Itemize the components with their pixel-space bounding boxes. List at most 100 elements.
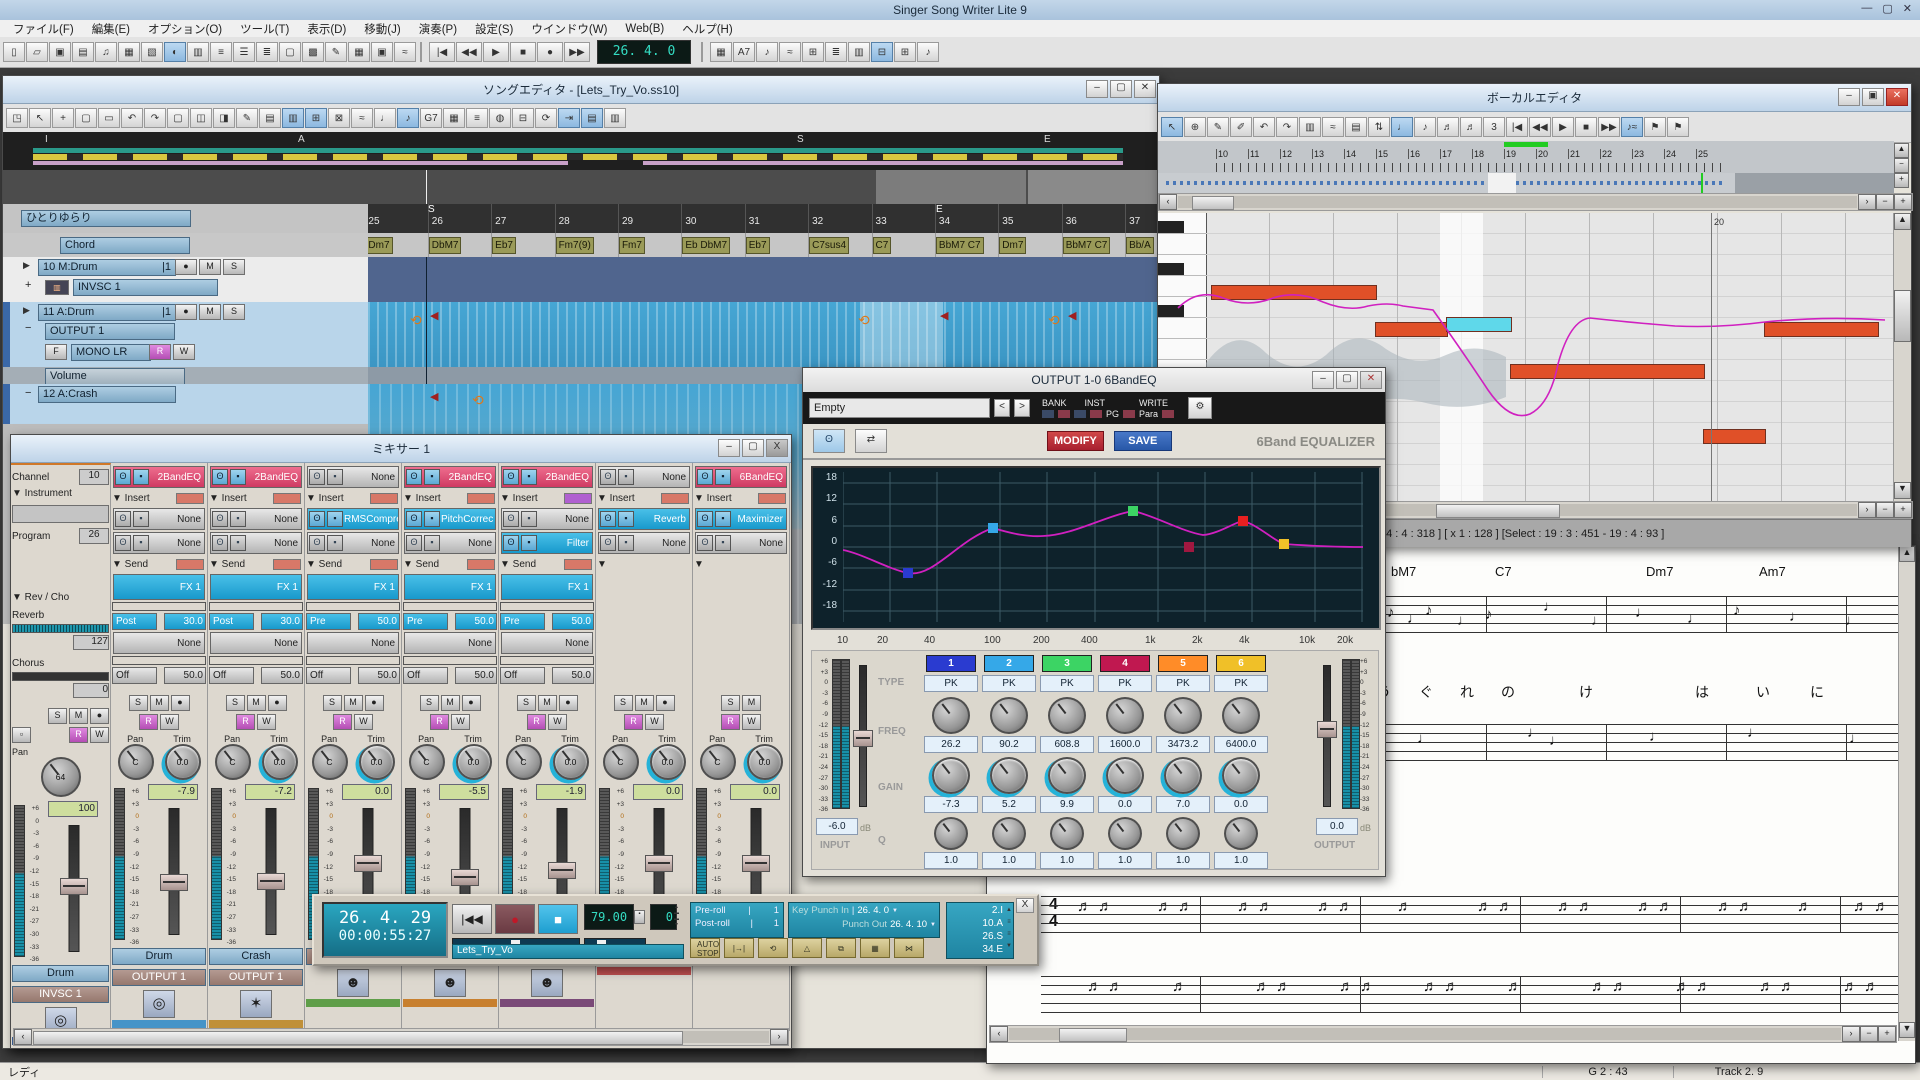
chord-cell[interactable]: Eb DbM7 bbox=[681, 233, 744, 257]
chord-cell[interactable]: C7 bbox=[872, 233, 935, 257]
power-icon[interactable]: ʘ bbox=[309, 535, 325, 551]
song-editor-tool-button[interactable]: ⊟ bbox=[512, 108, 534, 128]
minimize-button[interactable]: – bbox=[1312, 371, 1334, 389]
send-mode[interactable]: Pre bbox=[500, 613, 545, 630]
expand-icon[interactable]: + bbox=[1894, 173, 1909, 188]
menu-item[interactable]: 編集(E) bbox=[85, 21, 137, 37]
volume-row[interactable]: Volume bbox=[3, 367, 368, 385]
song-name-field[interactable]: Lets_Try_Vo bbox=[452, 944, 684, 959]
send-2-mode[interactable]: Off bbox=[403, 667, 448, 684]
band-number-button[interactable]: 2 bbox=[984, 655, 1034, 672]
q-knob[interactable] bbox=[1166, 817, 1200, 850]
band-type-field[interactable]: PK bbox=[1156, 675, 1210, 692]
roll-vscrollbar[interactable]: ▲ ▼ bbox=[1893, 213, 1911, 501]
song-editor-tool-button[interactable]: ⊞ bbox=[305, 108, 327, 128]
send-2-slider[interactable] bbox=[500, 656, 594, 665]
q-value[interactable]: 1.0 bbox=[982, 852, 1036, 869]
gain-value[interactable]: 7.0 bbox=[1156, 796, 1210, 813]
preset-prev-button[interactable]: < bbox=[994, 399, 1010, 417]
song-editor-tool-button[interactable]: ◳ bbox=[6, 108, 28, 128]
fader-button[interactable]: F bbox=[45, 344, 67, 360]
loop-icon[interactable]: ⟲ bbox=[472, 392, 484, 409]
toolbar-button[interactable]: ▯ bbox=[3, 42, 25, 62]
note-glyph[interactable]: ♪ bbox=[1485, 606, 1493, 623]
transport-button[interactable]: ● bbox=[537, 42, 563, 62]
fader-thumb[interactable] bbox=[548, 862, 576, 879]
insert-slot-1[interactable]: ʘ▪ None bbox=[501, 508, 593, 530]
inst-led-2[interactable] bbox=[1090, 410, 1102, 418]
menu-item[interactable]: ツール(T) bbox=[233, 21, 296, 37]
bypass-icon[interactable]: ▪ bbox=[521, 535, 537, 551]
power-icon[interactable]: ʘ bbox=[212, 469, 228, 485]
fader-track[interactable] bbox=[169, 808, 180, 935]
toolbar-button[interactable]: ≈ bbox=[779, 42, 801, 62]
note-glyph[interactable]: ♩ bbox=[1747, 724, 1762, 741]
vocal-tool-button[interactable]: ⊕ bbox=[1184, 117, 1206, 137]
insert-section-label[interactable]: ▼ Insert bbox=[209, 493, 247, 504]
pan-knob[interactable]: C bbox=[215, 744, 251, 780]
midi-track-band[interactable] bbox=[368, 257, 1157, 302]
toolbar-button[interactable]: ▱ bbox=[26, 42, 48, 62]
toolbar-button[interactable]: ◐ bbox=[164, 42, 186, 62]
instrument-icon[interactable]: ☻ bbox=[337, 969, 369, 997]
menu-item[interactable]: 移動(J) bbox=[357, 21, 407, 37]
note-glyph[interactable]: ♩ bbox=[1543, 598, 1558, 615]
bypass-icon[interactable]: ▪ bbox=[424, 535, 440, 551]
read-automation-button[interactable]: R bbox=[721, 714, 740, 730]
song-editor-tool-button[interactable]: ▤ bbox=[259, 108, 281, 128]
fader-thumb[interactable] bbox=[645, 855, 673, 872]
scroll-handle[interactable] bbox=[1894, 290, 1911, 342]
q-value[interactable]: 1.0 bbox=[1214, 852, 1268, 869]
band-type-field[interactable]: PK bbox=[924, 675, 978, 692]
record-button[interactable]: ● bbox=[268, 695, 287, 711]
track-output-field[interactable]: INVSC 1 bbox=[73, 279, 218, 296]
menu-item[interactable]: 表示(D) bbox=[300, 21, 353, 37]
read-automation-button[interactable]: R bbox=[430, 714, 449, 730]
solo-button[interactable]: S bbox=[721, 695, 740, 711]
chord-cell[interactable]: Dm7 bbox=[998, 233, 1061, 257]
punch-out-value[interactable]: 26. 4. 10 bbox=[890, 919, 927, 930]
toolbar-button[interactable]: ≡ bbox=[210, 42, 232, 62]
measure-ruler[interactable]: 24 25 26 27 28 bbox=[368, 204, 1157, 233]
maximize-button[interactable]: ▣ bbox=[1862, 88, 1884, 106]
transport-mode-button[interactable]: ⧉ bbox=[826, 938, 856, 958]
vocal-tool-button[interactable]: ♬ bbox=[1437, 117, 1459, 137]
song-editor-tool-button[interactable]: ▭ bbox=[98, 108, 120, 128]
input-fader-thumb[interactable] bbox=[853, 730, 873, 747]
toolbar-button[interactable]: ⊞ bbox=[894, 42, 916, 62]
fader-thumb[interactable] bbox=[160, 874, 188, 891]
gain-value[interactable]: 0.0 bbox=[1098, 796, 1152, 813]
bypass-icon[interactable]: ▪ bbox=[327, 511, 343, 527]
eq-slot[interactable]: ʘ▪ None bbox=[598, 466, 690, 488]
send-2-mode[interactable]: Off bbox=[209, 667, 254, 684]
send-2-slot[interactable]: None bbox=[404, 632, 496, 654]
scroll-up-icon[interactable]: ▲ bbox=[1894, 143, 1909, 158]
toolbar-button[interactable]: ▢ bbox=[279, 42, 301, 62]
menu-item[interactable]: ウインドウ(W) bbox=[524, 21, 614, 37]
lyric-syllable[interactable]: に bbox=[1810, 682, 1824, 702]
collapse-icon[interactable]: − bbox=[25, 387, 31, 399]
fader-thumb[interactable] bbox=[257, 873, 285, 890]
toolbar-button[interactable]: ▣ bbox=[371, 42, 393, 62]
note-glyph[interactable]: ♩ bbox=[1845, 612, 1860, 629]
note-glyph[interactable]: ♬♬ bbox=[1853, 898, 1895, 915]
insert-slot-1[interactable]: ʘ▪ PitchCorrec bbox=[404, 508, 496, 530]
chord-cell[interactable]: Fm7(9) bbox=[555, 233, 618, 257]
vocal-tool-button[interactable]: ↷ bbox=[1276, 117, 1298, 137]
punch-marker-icon[interactable]: ◀ bbox=[430, 390, 438, 403]
transport-mode-button[interactable]: ▦ bbox=[860, 938, 890, 958]
transport-button[interactable]: ◀◀ bbox=[456, 42, 482, 62]
maximize-button[interactable]: ▢ bbox=[1110, 80, 1132, 98]
power-icon[interactable]: ʘ bbox=[600, 511, 616, 527]
vocal-tool-button[interactable]: ↖ bbox=[1161, 117, 1183, 137]
channel-name-chip[interactable]: Drum bbox=[112, 948, 206, 965]
fader-thumb[interactable] bbox=[742, 855, 770, 872]
vocal-tool-button[interactable]: 3 bbox=[1483, 117, 1505, 137]
write-automation-button[interactable]: W bbox=[354, 714, 373, 730]
toolbar-button[interactable]: ▦ bbox=[118, 42, 140, 62]
band-number-button[interactable]: 3 bbox=[1042, 655, 1092, 672]
note-glyph[interactable]: ♩ bbox=[1591, 612, 1606, 629]
inst-led[interactable] bbox=[1074, 410, 1086, 418]
q-value[interactable]: 1.0 bbox=[1156, 852, 1210, 869]
scroll-left-icon[interactable]: ‹ bbox=[14, 1029, 32, 1045]
